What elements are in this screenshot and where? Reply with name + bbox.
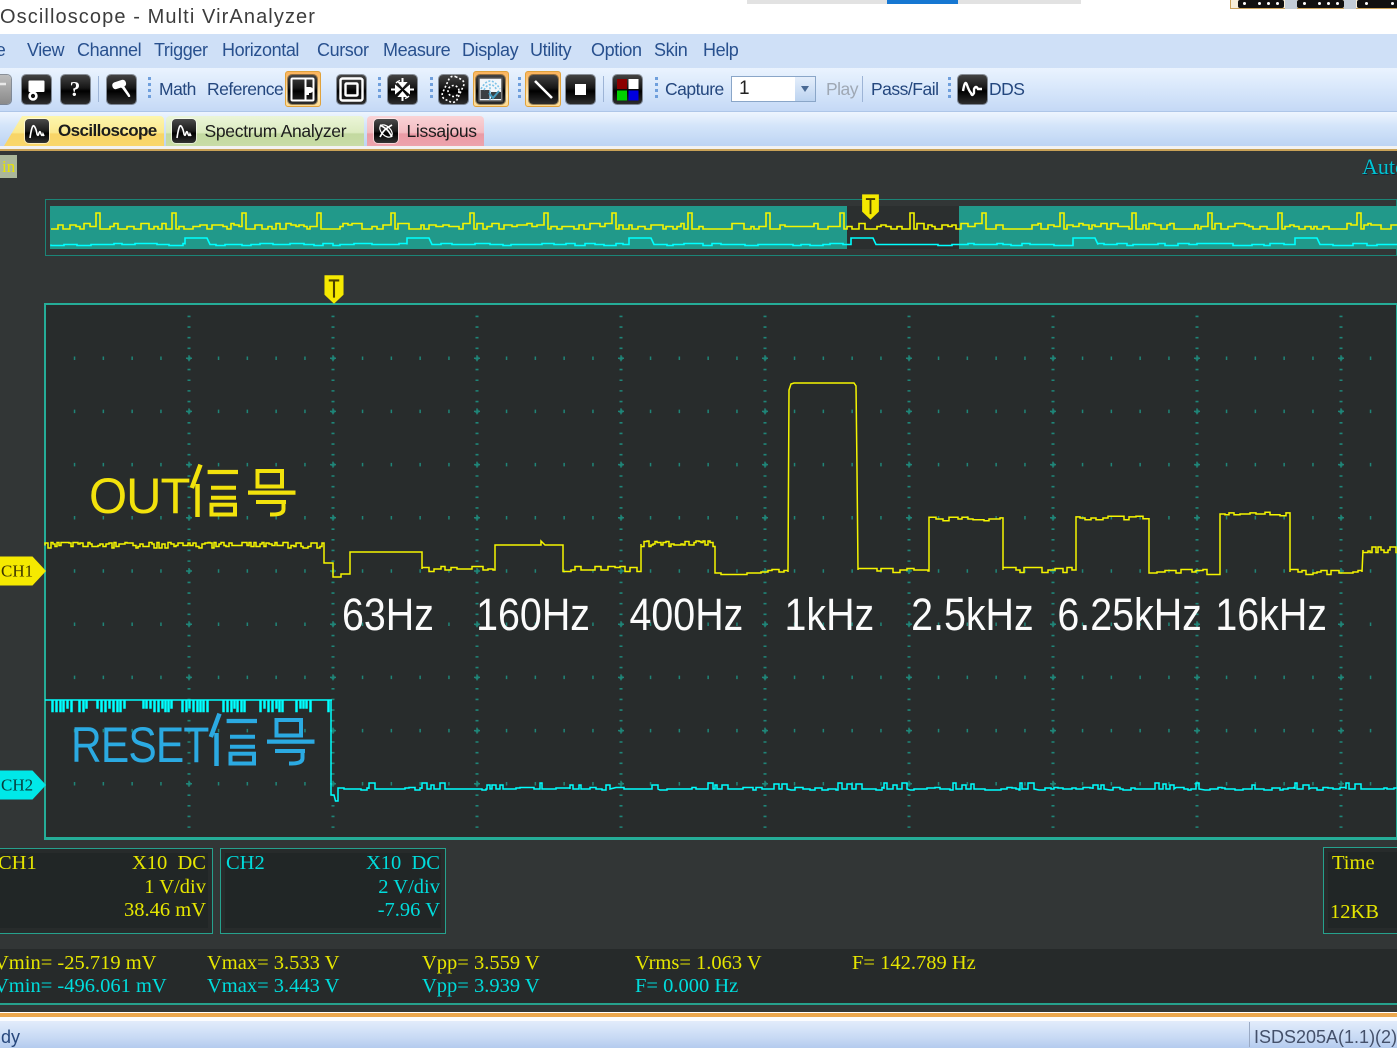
svg-text:CH2: CH2 (1, 776, 33, 795)
svg-text:CH1: CH1 (1, 562, 33, 581)
